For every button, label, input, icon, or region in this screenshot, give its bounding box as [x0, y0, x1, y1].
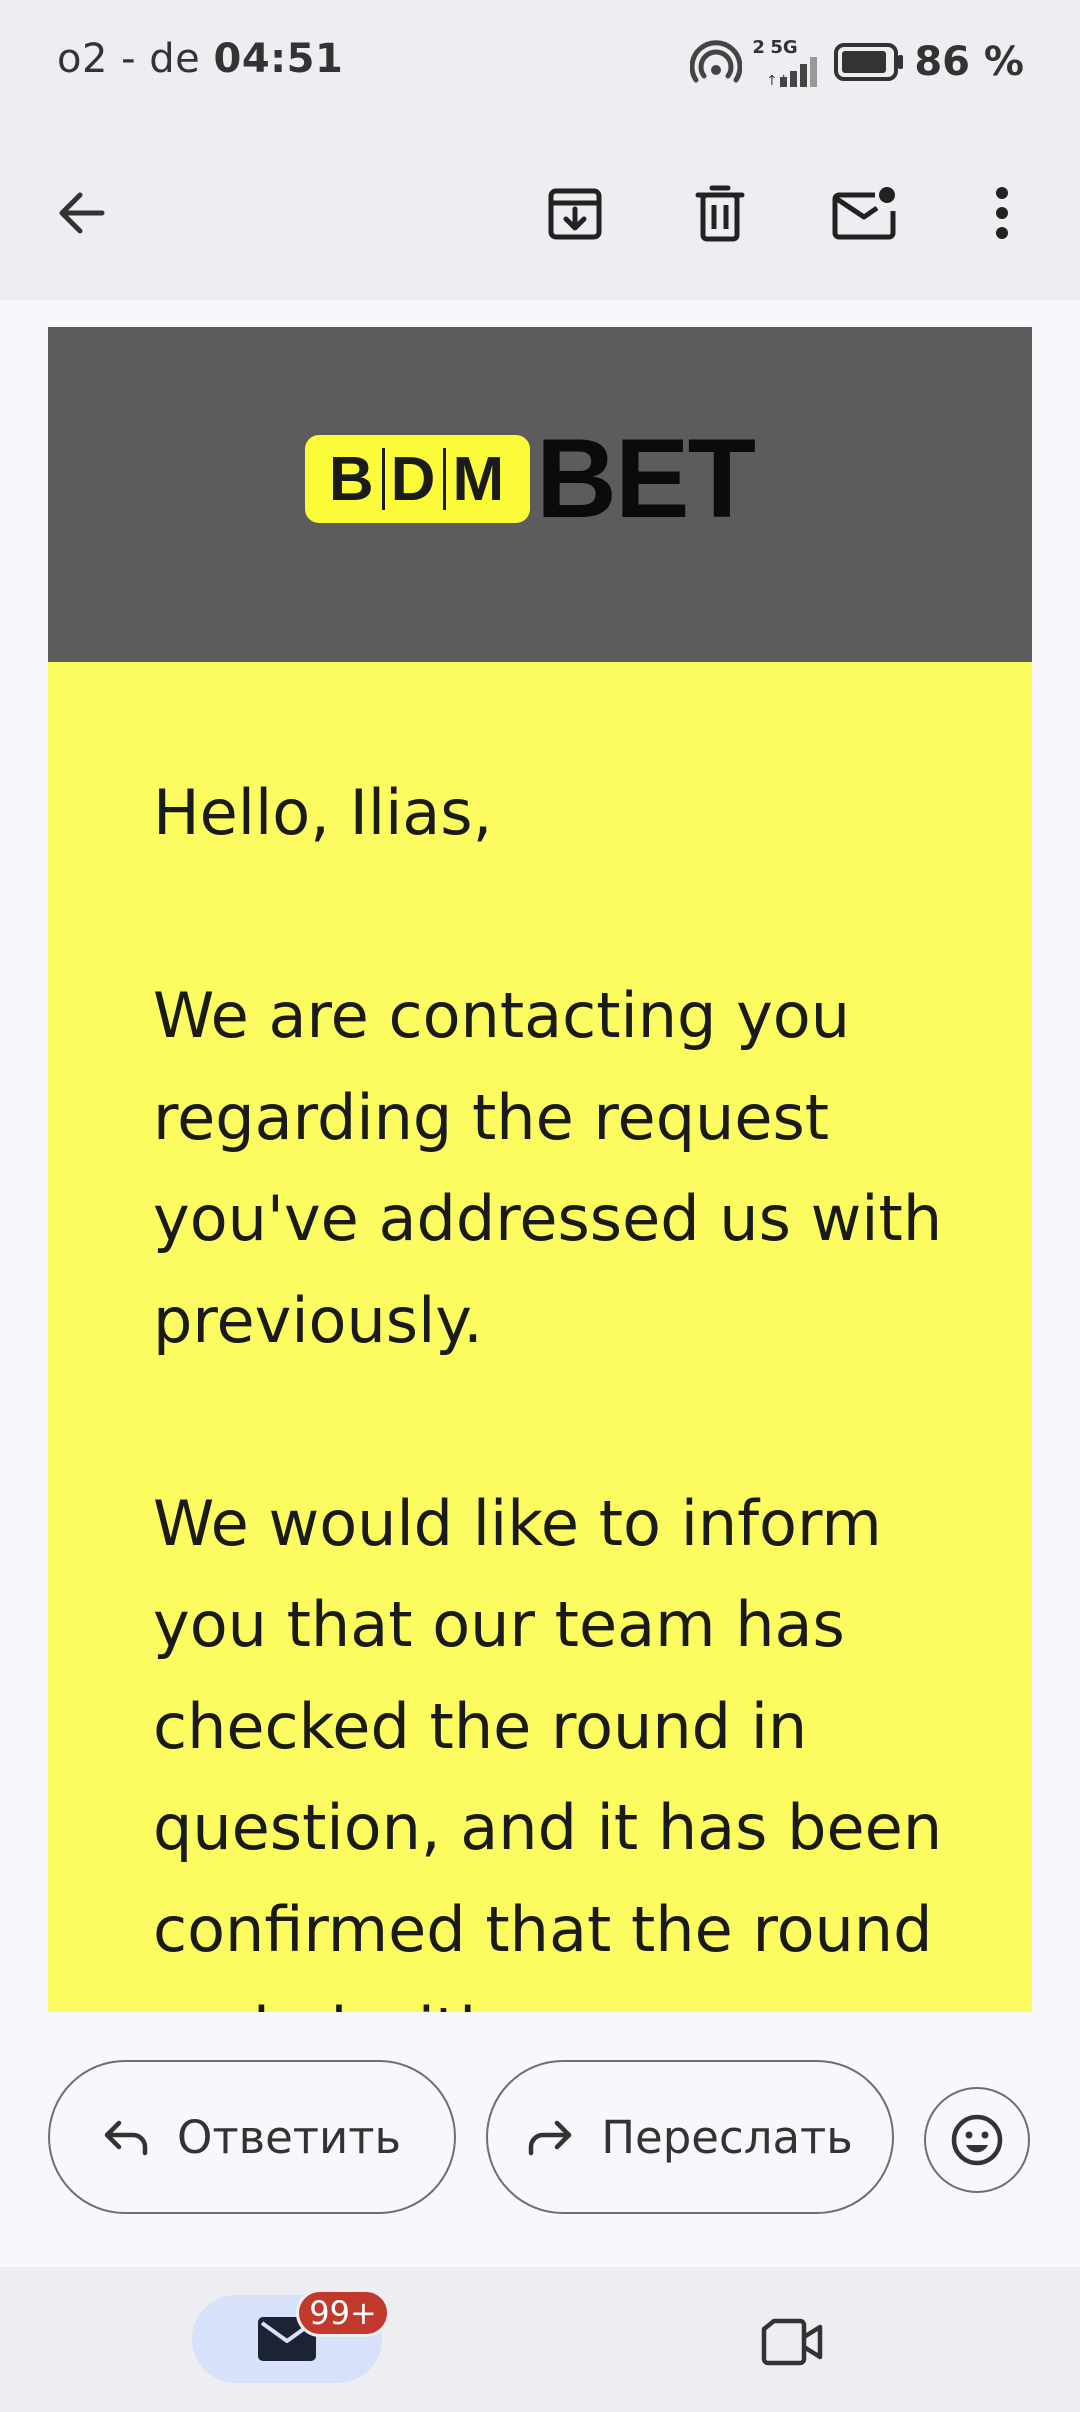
logo-word: BET [536, 416, 756, 541]
battery-percent: 86 % [914, 39, 1024, 85]
email-message-text: Hello, Ilias, We are contacting you rega… [153, 762, 993, 2012]
delete-button[interactable] [680, 173, 760, 253]
bdmbet-logo: B D M BET [305, 416, 756, 541]
reply-icon [104, 2120, 148, 2156]
forward-label: Переслать [601, 2110, 853, 2164]
email-message-panel: Hello, Ilias, We are contacting you rega… [48, 662, 1032, 2012]
back-button[interactable] [42, 173, 122, 253]
bottom-navigation: 99+ [0, 2267, 1080, 2412]
carrier-label: o2 - de [57, 36, 201, 82]
forward-button[interactable]: Переслать [486, 2060, 894, 2214]
logo-letter-d: D [390, 444, 438, 514]
paragraph-1: We are contacting you regarding the requ… [153, 979, 943, 1357]
email-content[interactable]: B D M BET Hello, Ilias, We are contactin… [0, 300, 1080, 2012]
sim-indicator: 2 [752, 37, 765, 58]
more-vert-icon [996, 187, 1008, 239]
paragraph-2: We would like to inform you that our tea… [153, 1486, 943, 2013]
battery-icon [834, 43, 904, 81]
logo-letters-box: B D M [305, 435, 530, 523]
email-body: B D M BET Hello, Ilias, We are contactin… [48, 327, 1032, 2012]
logo-divider [381, 448, 385, 510]
reply-label: Ответить [176, 2110, 402, 2164]
greeting: Hello, Ilias, [153, 776, 493, 849]
delete-icon [695, 185, 745, 242]
mark-unread-icon [832, 187, 896, 240]
back-arrow-icon [59, 192, 105, 234]
reply-actions-bar: Ответить Переслать [0, 2012, 1080, 2267]
smiley-icon [951, 2114, 1003, 2166]
archive-icon [548, 188, 602, 240]
signal-indicator: 2 5G ↑↓ [752, 37, 824, 87]
app-bar [0, 125, 1080, 300]
hotspot-icon [690, 40, 743, 83]
more-options-button[interactable] [962, 173, 1042, 253]
logo-letter-m: M [452, 444, 507, 514]
status-icons: 2 5G ↑↓ 86 % [690, 32, 1024, 92]
forward-icon [528, 2120, 572, 2156]
svg-text:↑↓: ↑↓ [766, 73, 789, 87]
emoji-reaction-button[interactable] [924, 2087, 1030, 2193]
nav-meet-tab[interactable] [752, 2307, 832, 2377]
status-bar: o2 - de 04:51 2 5G ↑↓ 86 % [0, 0, 1080, 125]
signal-bars-icon: ↑↓ [766, 57, 818, 87]
status-left: o2 - de 04:51 [57, 36, 343, 82]
logo-divider [443, 448, 447, 510]
logo-letter-b: B [328, 444, 376, 514]
video-camera-icon [761, 2318, 823, 2366]
email-header-banner: B D M BET [48, 327, 1032, 662]
mark-unread-button[interactable] [824, 173, 904, 253]
unread-count-badge: 99+ [296, 2289, 390, 2337]
reply-button[interactable]: Ответить [48, 2060, 456, 2214]
clock: 04:51 [213, 36, 344, 82]
archive-button[interactable] [535, 173, 615, 253]
